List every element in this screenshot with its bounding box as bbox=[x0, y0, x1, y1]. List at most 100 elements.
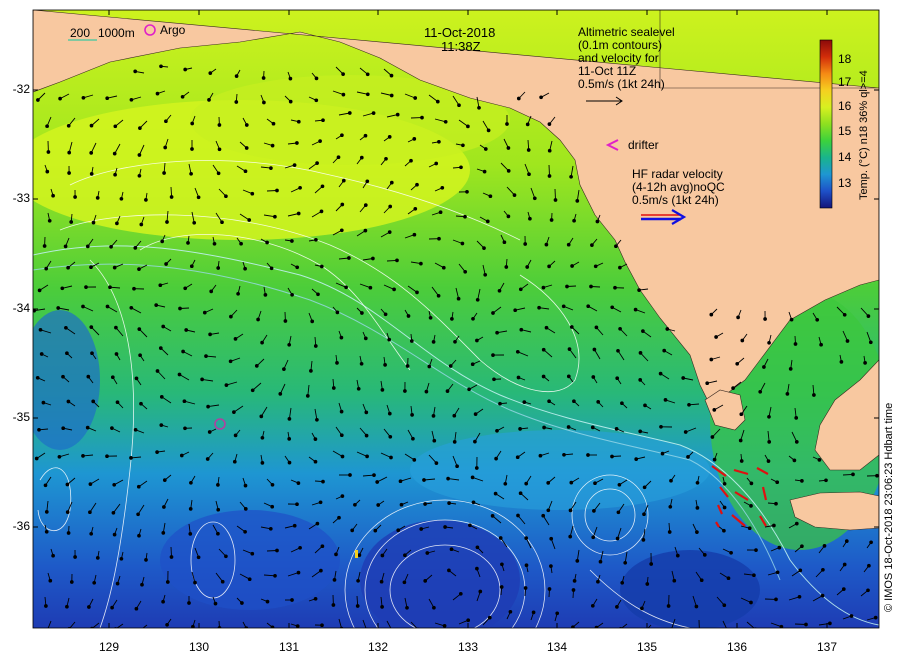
velocity-arrow-head bbox=[371, 111, 376, 115]
velocity-arrow-head bbox=[165, 622, 169, 627]
velocity-arrow-head bbox=[792, 458, 797, 463]
velocity-arrow-head bbox=[161, 531, 166, 535]
legend-contour-200: 200 bbox=[70, 26, 91, 40]
velocity-arrow-head bbox=[309, 369, 313, 373]
velocity-arrow-head bbox=[841, 587, 846, 591]
velocity-arrow-head bbox=[335, 361, 339, 365]
velocity-arrow-head bbox=[593, 264, 598, 269]
velocity-arrow-head bbox=[591, 375, 596, 379]
velocity-arrow-head bbox=[448, 364, 453, 368]
velocity-arrow-head bbox=[427, 364, 432, 369]
velocity-arrow-head bbox=[105, 454, 109, 459]
velocity-arrow-head bbox=[470, 362, 475, 367]
velocity-arrow-head bbox=[298, 545, 302, 550]
velocity-arrow-head bbox=[161, 324, 166, 329]
velocity-arrow-head bbox=[437, 139, 441, 144]
velocity-arrow-head bbox=[115, 221, 119, 226]
velocity-arrow-head bbox=[436, 293, 441, 298]
velocity-arrow-head bbox=[112, 532, 117, 537]
velocity-arrow-head bbox=[205, 457, 210, 461]
velocity-arrow-head bbox=[541, 347, 546, 352]
velocity-arrow-head bbox=[589, 284, 593, 289]
cool-eddy-3 bbox=[620, 550, 760, 628]
velocity-arrow-head bbox=[270, 482, 275, 487]
velocity-arrow-head bbox=[35, 375, 40, 380]
velocity-arrow-head bbox=[155, 450, 159, 454]
velocity-arrow-head bbox=[129, 97, 134, 102]
velocity-arrow-head bbox=[620, 401, 624, 406]
velocity-arrow-head bbox=[265, 599, 270, 604]
velocity-arrow-head bbox=[314, 237, 318, 242]
velocity-arrow-head bbox=[506, 146, 511, 150]
velocity-arrow-head bbox=[452, 440, 457, 444]
velocity-arrow-head bbox=[739, 412, 744, 417]
velocity-arrow-head bbox=[265, 240, 269, 245]
velocity-arrow-head bbox=[207, 430, 212, 434]
velocity-arrow-head bbox=[56, 306, 61, 310]
velocity-arrow-head bbox=[642, 512, 646, 517]
velocity-arrow-head bbox=[620, 580, 625, 585]
velocity-arrow-head bbox=[314, 76, 319, 81]
velocity-arrow-head bbox=[379, 579, 384, 584]
velocity-arrow-head bbox=[158, 283, 163, 288]
velocity-arrow-head bbox=[522, 400, 527, 404]
velocity-arrow-head bbox=[675, 553, 680, 558]
velocity-arrow-head bbox=[160, 239, 165, 244]
velocity-arrow-head bbox=[687, 402, 691, 407]
velocity-arrow-head bbox=[395, 258, 399, 263]
legend-argo-label: Argo bbox=[160, 23, 186, 37]
velocity-arrow-head bbox=[220, 579, 225, 584]
velocity-arrow-head bbox=[570, 264, 574, 268]
velocity-arrow-head bbox=[290, 292, 294, 297]
velocity-arrow-head bbox=[290, 239, 294, 243]
velocity-arrow-head bbox=[270, 504, 275, 509]
velocity-arrow-head bbox=[46, 627, 49, 628]
velocity-arrow-head bbox=[183, 67, 188, 72]
velocity-arrow-head bbox=[449, 547, 454, 552]
velocity-arrow-head bbox=[64, 325, 68, 330]
velocity-arrow-head bbox=[849, 614, 854, 618]
velocity-arrow-head bbox=[250, 388, 255, 393]
velocity-arrow-head bbox=[754, 548, 758, 552]
velocity-arrow-head bbox=[36, 98, 40, 102]
velocity-arrow-head bbox=[610, 454, 614, 459]
velocity-arrow-head bbox=[58, 96, 62, 101]
velocity-arrow-head bbox=[188, 507, 193, 511]
velocity-arrow-head bbox=[644, 630, 647, 633]
velocity-arrow-head bbox=[456, 296, 461, 301]
velocity-arrow-head bbox=[738, 438, 743, 443]
velocity-arrow-head bbox=[800, 544, 804, 549]
velocity-arrow-head bbox=[645, 582, 650, 586]
velocity-arrow-head bbox=[372, 473, 376, 477]
velocity-arrow-head bbox=[546, 508, 551, 513]
velocity-arrow-head bbox=[762, 365, 766, 369]
velocity-arrow-head bbox=[672, 578, 677, 583]
lat-tick: -33 bbox=[12, 191, 30, 205]
velocity-arrow-head bbox=[129, 305, 134, 310]
velocity-arrow-head bbox=[318, 139, 322, 143]
velocity-arrow-head bbox=[89, 265, 93, 270]
velocity-arrow-head bbox=[491, 311, 495, 315]
velocity-arrow-head bbox=[67, 171, 71, 175]
velocity-arrow-head bbox=[169, 195, 174, 199]
velocity-arrow-head bbox=[497, 288, 502, 293]
velocity-arrow-head bbox=[144, 198, 148, 202]
velocity-arrow-head bbox=[383, 363, 387, 367]
velocity-arrow-head bbox=[73, 195, 77, 199]
velocity-arrow-head bbox=[133, 427, 138, 432]
velocity-arrow-head bbox=[228, 359, 233, 364]
velocity-arrow-head bbox=[406, 314, 411, 318]
velocity-arrow-head bbox=[162, 505, 166, 509]
velocity-arrow-head bbox=[375, 480, 380, 484]
velocity-arrow-head bbox=[305, 394, 310, 398]
velocity-arrow-head bbox=[571, 588, 576, 592]
velocity-arrow-head bbox=[315, 521, 320, 526]
velocity-arrow-head bbox=[341, 178, 346, 183]
velocity-arrow-head bbox=[376, 503, 381, 507]
velocity-arrow-head bbox=[233, 337, 238, 341]
velocity-arrow-head bbox=[184, 328, 189, 332]
velocity-arrow-head bbox=[596, 579, 600, 584]
cool-eddy-2 bbox=[160, 510, 340, 610]
velocity-arrow-head bbox=[384, 156, 388, 161]
velocity-arrow-head bbox=[87, 605, 91, 609]
